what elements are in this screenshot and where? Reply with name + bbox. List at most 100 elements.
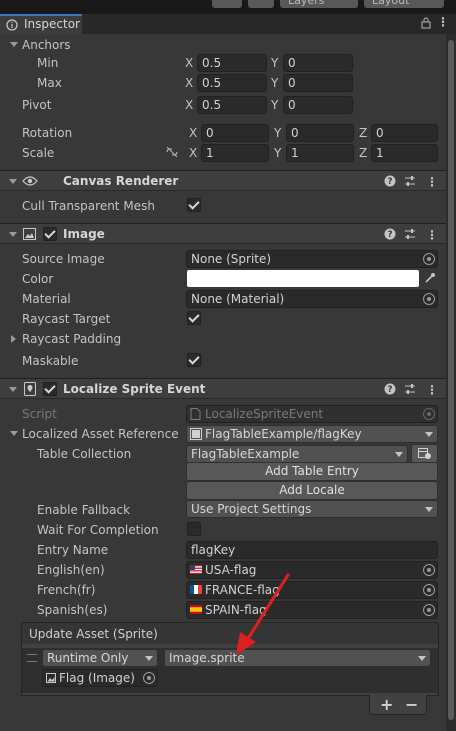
min-x-axis: X	[185, 56, 194, 70]
rotation-y-axis: Y	[274, 126, 282, 140]
table-collection-label: Table Collection	[37, 447, 132, 461]
wait-for-completion-checkbox[interactable]	[187, 522, 201, 536]
presets-icon[interactable]	[404, 228, 416, 240]
locale-field-french[interactable]: FRANCE-flag	[186, 581, 438, 599]
pivot-y-axis: Y	[271, 98, 279, 112]
maskable-label: Maskable	[22, 354, 79, 368]
anchor-max-x-field[interactable]: 0.5	[197, 74, 267, 92]
max-y-axis: Y	[271, 76, 279, 90]
raycast-padding-foldout-icon[interactable]	[11, 335, 16, 343]
image-foldout-icon[interactable]	[9, 232, 17, 237]
chevron-down-icon	[425, 432, 433, 437]
entry-name-label: Entry Name	[37, 543, 109, 557]
scale-z-field[interactable]: 1	[371, 144, 438, 162]
localize-enabled-checkbox[interactable]	[43, 382, 57, 396]
unlink-icon[interactable]	[165, 146, 179, 158]
search-button[interactable]	[248, 0, 274, 8]
localize-foldout-icon[interactable]	[9, 387, 17, 392]
object-picker-icon[interactable]	[423, 604, 435, 616]
object-picker-icon[interactable]	[143, 672, 155, 684]
remove-listener-button[interactable]: −	[405, 697, 418, 713]
rotation-x-field[interactable]: 0	[201, 124, 269, 142]
anchors-foldout-icon[interactable]	[10, 42, 18, 47]
locale-field-spanish[interactable]: SPAIN-flag	[186, 601, 438, 619]
help-icon[interactable]: ?	[384, 383, 396, 395]
presets-icon[interactable]	[404, 383, 416, 395]
rotation-y-field[interactable]: 0	[286, 124, 354, 142]
material-field[interactable]: None (Material)	[186, 290, 438, 308]
update-asset-event-header: Update Asset (Sprite)	[21, 622, 439, 645]
scrollbar-thumb[interactable]	[448, 40, 454, 720]
object-picker-icon	[423, 408, 435, 420]
help-icon[interactable]: ?	[384, 175, 396, 187]
presets-icon[interactable]	[404, 175, 416, 187]
script-file-icon	[190, 408, 201, 420]
anchor-max-y-field[interactable]: 0	[283, 74, 353, 92]
source-image-field[interactable]: None (Sprite)	[186, 250, 438, 268]
locale-field-english[interactable]: USA-flag	[186, 561, 438, 579]
function-dropdown[interactable]: Image.sprite	[164, 649, 431, 667]
layout-dropdown[interactable]: Layout	[364, 0, 444, 8]
scale-x-field[interactable]: 1	[201, 144, 269, 162]
component-menu-icon[interactable]: ⋮	[426, 382, 438, 398]
add-locale-button[interactable]: Add Locale	[186, 481, 438, 500]
table-settings-icon	[418, 448, 431, 459]
object-picker-icon[interactable]	[423, 293, 435, 305]
add-table-entry-button[interactable]: Add Table Entry	[186, 462, 438, 481]
image-component-icon	[46, 673, 56, 683]
target-object-field[interactable]: Flag (Image)	[42, 669, 158, 687]
spain-flag-icon	[190, 605, 202, 614]
enable-fallback-label: Enable Fallback	[37, 503, 131, 517]
object-picker-icon[interactable]	[423, 564, 435, 576]
localized-asset-reference-dropdown[interactable]: FlagTableExample/flagKey	[186, 425, 438, 443]
raycast-padding-label[interactable]: Raycast Padding	[22, 331, 121, 347]
eyedropper-icon[interactable]	[424, 272, 436, 284]
raycast-target-label: Raycast Target	[22, 312, 111, 326]
anchor-max-label: Max	[37, 76, 62, 90]
canvas-renderer-foldout-icon[interactable]	[9, 179, 17, 184]
image-component-icon	[23, 228, 36, 240]
runtime-mode-dropdown[interactable]: Runtime Only	[42, 649, 158, 667]
raycast-target-checkbox[interactable]	[187, 311, 201, 325]
table-collection-dropdown[interactable]: FlagTableExample	[186, 445, 408, 463]
chevron-down-icon	[418, 656, 426, 661]
scale-y-axis: Y	[274, 146, 282, 160]
script-field: LocalizeSpriteEvent	[186, 405, 438, 423]
tab-label: Inspector	[24, 17, 80, 31]
pivot-label: Pivot	[22, 98, 52, 112]
lock-icon[interactable]	[421, 17, 431, 29]
table-settings-button[interactable]	[411, 444, 438, 463]
maskable-checkbox[interactable]	[187, 353, 201, 367]
anchor-min-x-field[interactable]: 0.5	[197, 54, 267, 72]
anchor-min-y-field[interactable]: 0	[283, 54, 353, 72]
help-icon[interactable]: ?	[384, 228, 396, 240]
object-picker-icon[interactable]	[423, 584, 435, 596]
pivot-y-field[interactable]: 0	[283, 96, 353, 114]
rotation-z-axis: Z	[359, 126, 368, 140]
update-asset-title: Update Asset (Sprite)	[29, 627, 158, 641]
entry-name-field[interactable]: flagKey	[186, 541, 438, 559]
rotation-z-field[interactable]: 0	[371, 124, 438, 142]
component-menu-icon[interactable]: ⋮	[426, 227, 438, 243]
tab-menu-icon[interactable]: ⋮	[437, 14, 449, 30]
add-listener-button[interactable]: +	[380, 697, 393, 713]
cull-transparent-mesh-checkbox[interactable]	[187, 198, 201, 212]
scale-y-field[interactable]: 1	[286, 144, 354, 162]
component-menu-icon[interactable]: ⋮	[426, 174, 438, 190]
color-swatch[interactable]	[187, 270, 419, 287]
enable-fallback-dropdown[interactable]: Use Project Settings	[186, 500, 438, 518]
drag-handle-icon[interactable]	[27, 654, 37, 662]
layers-dropdown[interactable]: Layers	[280, 0, 358, 8]
history-button[interactable]	[212, 0, 242, 8]
image-enabled-checkbox[interactable]	[43, 227, 57, 241]
pivot-x-field[interactable]: 0.5	[197, 96, 267, 114]
source-image-label: Source Image	[22, 252, 105, 266]
asset-reference-foldout-icon[interactable]	[10, 431, 18, 436]
location-pin-icon	[24, 382, 36, 396]
scale-label: Scale	[22, 146, 55, 160]
object-picker-icon[interactable]	[423, 253, 435, 265]
tab-inspector[interactable]: Inspector	[0, 14, 82, 34]
pivot-x-axis: X	[185, 98, 194, 112]
svg-text:?: ?	[387, 230, 392, 240]
chevron-down-icon	[395, 452, 403, 457]
